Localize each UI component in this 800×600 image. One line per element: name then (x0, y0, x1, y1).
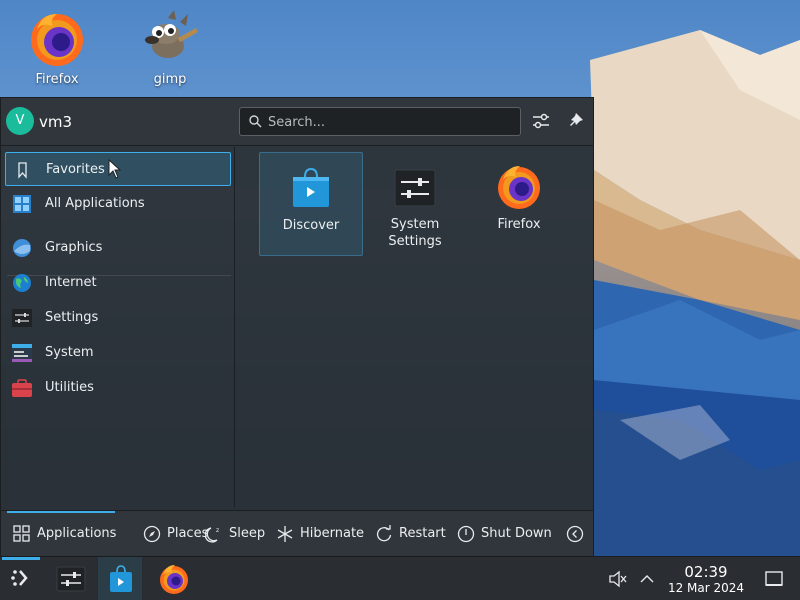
all-apps-icon (12, 195, 32, 213)
hibernate-button[interactable]: Hibernate (276, 523, 366, 545)
sidebar-item-all-applications[interactable]: All Applications (5, 187, 231, 221)
sidebar-item-label: Utilities (45, 380, 94, 395)
favorite-firefox[interactable]: Firefox (467, 152, 571, 256)
sleep-icon: z (204, 525, 223, 543)
clock-date[interactable]: 12 Mar 2024 (660, 581, 752, 595)
desktop-icon-gimp[interactable]: gimp (130, 0, 210, 87)
restart-label: Restart (399, 526, 446, 541)
taskbar-discover[interactable] (98, 557, 142, 600)
configure-button[interactable] (529, 109, 553, 133)
menu-footer: Applications Places z Sleep Hibernate Re… (1, 510, 593, 556)
system-settings-icon (56, 564, 86, 598)
volume-muted-icon[interactable] (608, 569, 628, 593)
menu-header: V vm3 (1, 98, 593, 146)
taskbar: 02:39 12 Mar 2024 (0, 556, 800, 600)
configure-icon (529, 113, 553, 137)
sidebar-item-label: Graphics (45, 240, 103, 255)
show-desktop-icon[interactable] (764, 569, 784, 593)
desktop-icon-label: gimp (153, 72, 187, 87)
search-input[interactable] (268, 112, 514, 132)
sidebar-item-label: Internet (45, 275, 97, 290)
application-menu: V vm3 Search... Favorites All Applicatio… (0, 97, 594, 556)
favorite-discover[interactable]: Discover (259, 152, 363, 256)
system-settings-icon (391, 162, 439, 210)
tab-applications[interactable]: Applications (13, 523, 117, 545)
chevron-up-icon[interactable] (638, 570, 656, 592)
favorite-label: Firefox (497, 217, 541, 232)
avatar[interactable]: V (6, 107, 34, 135)
desktop-icon-firefox[interactable]: Firefox (17, 0, 97, 87)
search-box[interactable] (239, 107, 521, 136)
discover-icon (287, 163, 335, 211)
mouse-cursor-icon (108, 158, 122, 183)
sleep-label: Sleep (229, 526, 266, 541)
pin-icon (563, 113, 587, 137)
grid-icon (13, 525, 31, 543)
sleep-button[interactable]: z Sleep (204, 523, 266, 545)
application-launcher-button[interactable] (0, 557, 44, 600)
utilities-icon (12, 379, 32, 397)
snowflake-icon (276, 525, 294, 543)
sidebar-item-utilities[interactable]: Utilities (5, 371, 231, 405)
application-launcher-icon (8, 565, 36, 597)
sidebar-item-label: Settings (45, 310, 99, 325)
sidebar-item-label: System (45, 345, 94, 360)
pin-button[interactable] (563, 109, 587, 133)
desktop-icon-label: Firefox (35, 72, 79, 87)
more-options-button[interactable] (566, 523, 586, 545)
firefox-icon (495, 162, 543, 210)
sidebar-item-graphics[interactable]: Graphics (5, 231, 231, 265)
category-sidebar: Favorites All Applications Graphics Inte… (1, 147, 235, 507)
chevron-left-icon (566, 525, 584, 543)
taskbar-system-settings[interactable] (48, 557, 92, 600)
bookmark-icon (13, 161, 33, 179)
tab-label: Places (167, 526, 209, 541)
sidebar-item-internet[interactable]: Internet (5, 266, 231, 300)
internet-icon (12, 274, 32, 292)
hibernate-label: Hibernate (300, 526, 365, 541)
graphics-icon (12, 239, 32, 257)
restart-button[interactable]: Restart (375, 523, 447, 545)
sidebar-item-system[interactable]: System (5, 336, 231, 370)
restart-icon (375, 525, 393, 543)
firefox-icon (158, 563, 190, 599)
shutdown-button[interactable]: Shut Down (457, 523, 553, 545)
search-icon (249, 115, 262, 132)
gimp-icon (140, 8, 200, 68)
favorite-system-settings[interactable]: System Settings (363, 152, 467, 256)
active-tab-indicator (7, 511, 115, 513)
firefox-icon (27, 8, 87, 68)
clock-time[interactable]: 02:39 (668, 563, 744, 581)
favorite-label: System Settings (388, 217, 442, 249)
sidebar-item-favorites[interactable]: Favorites (5, 152, 231, 186)
username: vm3 (39, 113, 73, 131)
svg-text:z: z (216, 527, 219, 534)
tab-label: Applications (37, 526, 117, 541)
settings-icon (12, 309, 32, 327)
sidebar-item-label: All Applications (45, 196, 145, 211)
power-icon (457, 525, 475, 543)
discover-icon (107, 564, 135, 598)
tab-places[interactable]: Places (143, 523, 209, 545)
compass-icon (143, 525, 161, 543)
sidebar-item-label: Favorites (46, 162, 105, 177)
system-icon (12, 344, 32, 362)
shutdown-label: Shut Down (481, 526, 552, 541)
taskbar-firefox[interactable] (152, 557, 196, 600)
sidebar-item-settings[interactable]: Settings (5, 301, 231, 335)
favorite-label: Discover (282, 218, 340, 233)
